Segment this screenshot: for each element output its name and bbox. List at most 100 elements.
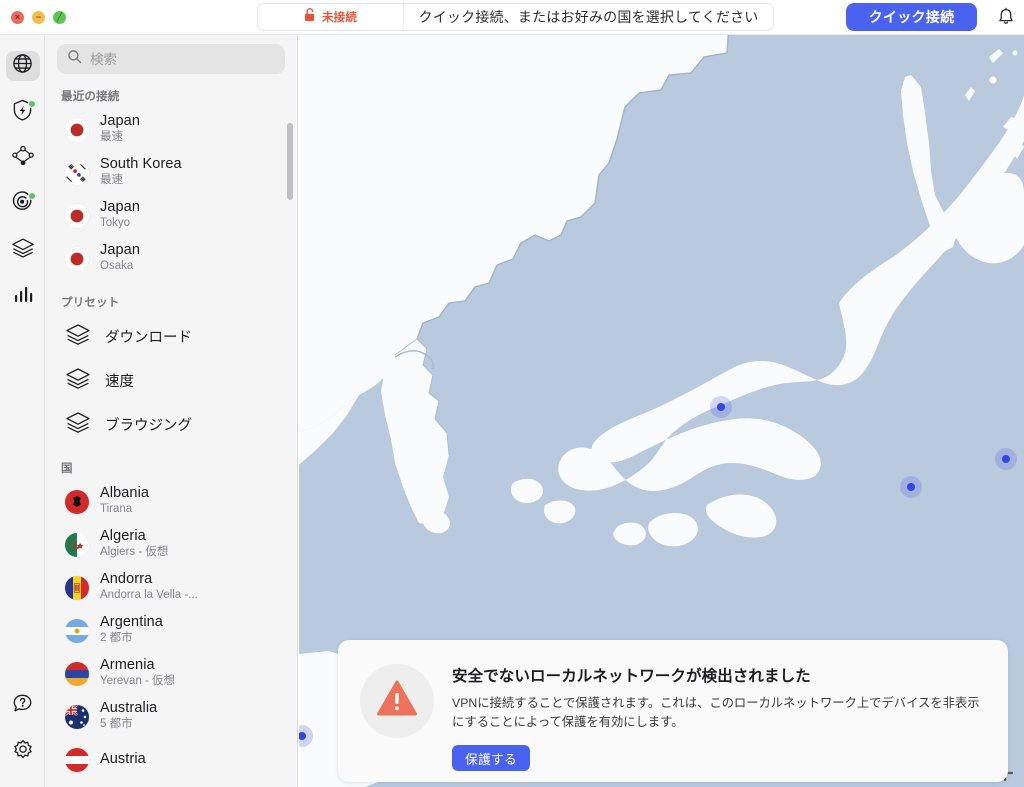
list-item-title: Albania	[100, 485, 150, 502]
flag-ar	[65, 618, 89, 643]
flag-ad	[65, 575, 89, 600]
list-item[interactable]: Japan 最速	[45, 108, 297, 151]
maximize-icon[interactable]: ╱	[53, 10, 66, 24]
list-item-subtitle: 最速	[100, 174, 123, 187]
list-item-subtitle: Yerevan - 仮想	[100, 675, 175, 688]
rail-bottom-group	[0, 683, 45, 775]
preset-label: ダウンロード	[105, 329, 192, 346]
insecure-network-alert: 安全でないローカルネットワークが検出されました VPNに接続することで保護されま…	[338, 640, 1008, 782]
gear-icon	[12, 739, 34, 766]
list-item-title: Austria	[100, 750, 146, 767]
flag-jp	[65, 117, 89, 142]
sidebar: 最近の接続 Japan 最速	[45, 35, 298, 787]
layers-icon	[65, 323, 91, 350]
layers-icon	[65, 411, 91, 438]
list-item-title: Algeria	[100, 528, 146, 545]
search-input[interactable]	[90, 51, 275, 67]
warning-triangle-icon	[377, 680, 417, 722]
preset-label: ブラウジング	[105, 417, 192, 434]
sidebar-scrollbar[interactable]	[287, 123, 293, 200]
rail-top-group	[0, 43, 45, 319]
alert-title: 安全でないローカルネットワークが検出されました	[452, 668, 811, 685]
icon-rail	[0, 35, 45, 787]
title-bar: × − ╱ 未接続 クイック接続、またはお好みの国を選択してください クイック接…	[0, 0, 1024, 35]
status-hint: クイック接続、またはお好みの国を選択してください	[418, 9, 759, 25]
preset-item-download[interactable]: ダウンロード	[45, 314, 297, 358]
preset-label: 速度	[105, 373, 134, 390]
layers-icon	[65, 367, 91, 394]
status-label: 未接続	[321, 12, 358, 24]
unlock-icon	[304, 7, 315, 27]
rail-item-dark-web-monitor[interactable]	[0, 181, 45, 227]
search-container	[45, 35, 297, 78]
osaka-marker[interactable]	[900, 476, 922, 498]
flag-dz	[65, 532, 89, 557]
alert-icon-circle	[360, 664, 434, 738]
globe-icon	[12, 53, 33, 79]
list-item[interactable]: Argentina 2 都市	[45, 609, 297, 652]
list-item-subtitle: 5 都市	[100, 718, 133, 731]
window-controls: × − ╱	[0, 10, 66, 24]
bell-icon[interactable]	[996, 7, 1016, 27]
recent-connections-heading: 最近の接続	[61, 91, 120, 103]
list-item[interactable]: Algeria Algiers - 仮想	[45, 523, 297, 566]
edge-marker[interactable]	[299, 725, 313, 747]
flag-au	[65, 704, 89, 729]
preset-item-speed[interactable]: 速度	[45, 358, 297, 402]
search-icon	[67, 49, 82, 69]
rail-item-threat-protection[interactable]	[0, 89, 45, 135]
search-box[interactable]	[57, 44, 285, 74]
connection-status: 未接続	[258, 4, 404, 30]
status-badge	[27, 100, 36, 108]
list-item-subtitle: 2 都市	[100, 632, 133, 645]
list-item-subtitle: Tirana	[100, 503, 133, 516]
quick-connect-button[interactable]: クイック接続	[846, 3, 977, 31]
alert-body: 安全でないローカルネットワークが検出されました VPNに接続することで保護されま…	[434, 640, 1008, 772]
presets-heading: プリセット	[61, 297, 120, 309]
flag-am	[65, 661, 89, 686]
list-item[interactable]: Australia 5 都市	[45, 695, 297, 738]
list-item-subtitle: Tokyo	[100, 217, 131, 230]
list-item[interactable]: Austria	[45, 738, 297, 781]
list-item-title: Japan	[100, 199, 141, 216]
list-item[interactable]: Andorra Andorra la Vella -...	[45, 566, 297, 609]
countries-heading: 国	[61, 463, 73, 475]
minimize-icon[interactable]: −	[32, 10, 45, 24]
flag-al	[65, 489, 89, 514]
minimize-glyph: −	[35, 11, 42, 22]
list-item[interactable]: Albania Tirana	[45, 480, 297, 523]
alert-description: VPNに接続することで保護されます。これは、このローカルネットワーク上でデバイス…	[452, 696, 980, 730]
list-item[interactable]: Armenia Yerevan - 仮想	[45, 652, 297, 695]
list-item[interactable]: South Korea 最速	[45, 151, 297, 194]
close-glyph: ×	[14, 11, 21, 22]
list-item-title: Japan	[100, 113, 141, 130]
rail-item-presets[interactable]	[0, 227, 45, 273]
list-item-title: Argentina	[100, 614, 163, 631]
list-item[interactable]: Japan Osaka	[45, 237, 297, 280]
rail-item-meshnet[interactable]	[0, 135, 45, 181]
bars-icon	[13, 284, 33, 309]
list-item-title: South Korea	[100, 156, 182, 173]
rail-item-statistics[interactable]	[0, 273, 45, 319]
tokyo-marker[interactable]	[995, 448, 1017, 470]
seoul-marker[interactable]	[710, 396, 732, 418]
flag-at	[65, 747, 89, 772]
list-item-subtitle: 最速	[100, 131, 123, 144]
close-icon[interactable]: ×	[11, 10, 24, 24]
rail-item-settings[interactable]	[0, 729, 45, 775]
list-item-subtitle: Osaka	[100, 260, 134, 273]
preset-item-browsing[interactable]: ブラウジング	[45, 402, 297, 446]
list-item-subtitle: Andorra la Vella -...	[100, 589, 198, 602]
flag-kr	[65, 160, 89, 185]
layers-icon	[11, 237, 35, 263]
list-item-title: Armenia	[100, 657, 155, 674]
protect-button[interactable]: 保護する	[452, 745, 530, 772]
list-item-title: Australia	[100, 700, 158, 717]
help-bubble-icon	[12, 693, 33, 719]
list-item[interactable]: Japan Tokyo	[45, 194, 297, 237]
rail-item-help[interactable]	[0, 683, 45, 729]
marker-core	[1002, 455, 1010, 463]
rail-item-globe[interactable]	[0, 43, 45, 89]
maximize-glyph: ╱	[56, 11, 63, 22]
list-item-title: Andorra	[100, 571, 153, 588]
